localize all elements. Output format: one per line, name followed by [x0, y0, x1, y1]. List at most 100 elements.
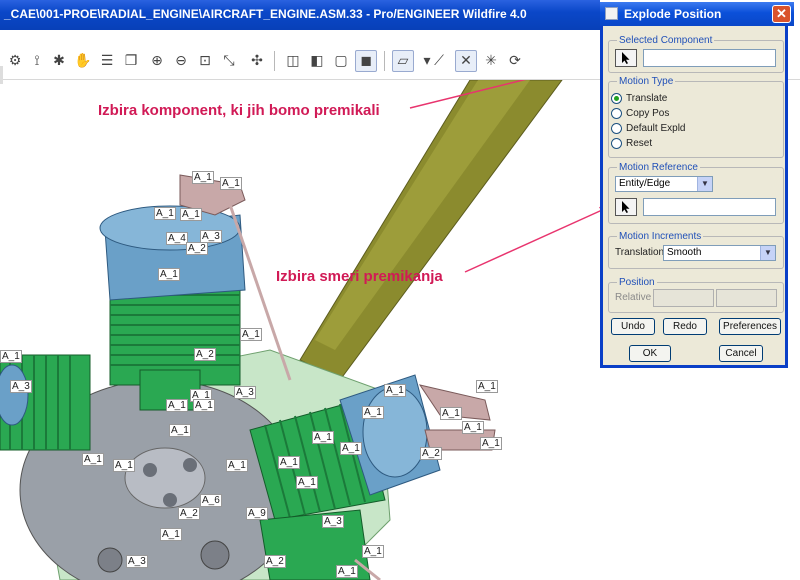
position-legend: Position	[619, 277, 655, 288]
datum-label[interactable]: A_3	[234, 386, 256, 399]
datum-label[interactable]: A_1	[166, 399, 188, 412]
datum-label[interactable]: A_1	[160, 528, 182, 541]
datum-axes-icon[interactable]: ⟋	[428, 50, 450, 72]
no-hidden-icon[interactable]: ▢	[330, 50, 352, 72]
datum-label[interactable]: A_1	[278, 456, 300, 469]
spin-center-icon[interactable]: ✣	[246, 50, 268, 72]
zoom-in-icon[interactable]: ⊕	[146, 50, 168, 72]
motion-reference-select[interactable]: Entity/Edge ▼	[615, 176, 713, 192]
annotation-select-component: Izbira komponent, ki jih bomo premikali	[98, 102, 380, 119]
datum-label[interactable]: A_1	[312, 431, 334, 444]
preferences-button[interactable]: Preferences	[719, 318, 781, 335]
datum-label[interactable]: A_6	[200, 494, 222, 507]
pan-icon[interactable]: ✋	[72, 50, 94, 72]
spin-icon[interactable]: ⟳	[504, 50, 526, 72]
datum-label[interactable]: A_1	[192, 171, 214, 184]
radio-label: Default Expld	[626, 123, 686, 134]
datum-label[interactable]: A_1	[336, 565, 358, 578]
datum-label[interactable]: A_1	[462, 421, 484, 434]
close-button[interactable]: ✕	[772, 5, 791, 23]
datum-label[interactable]: A_2	[194, 348, 216, 361]
datum-label[interactable]: A_1	[440, 407, 462, 420]
wireframe-icon[interactable]: ◫	[282, 50, 304, 72]
radio-button[interactable]	[611, 108, 622, 119]
arrow-pointer-icon	[622, 52, 630, 64]
datum-label[interactable]: A_2	[178, 507, 200, 520]
datum-label[interactable]: A_1	[193, 399, 215, 412]
datum-label[interactable]: A_3	[322, 515, 344, 528]
chevron-down-icon: ▼	[760, 246, 775, 260]
select-component-button[interactable]	[615, 49, 637, 67]
datum-label[interactable]: A_4	[166, 232, 188, 245]
radio-copy-pos[interactable]: Copy Pos	[611, 108, 669, 119]
datum-label[interactable]: A_1	[226, 459, 248, 472]
datum-label[interactable]: A_1	[476, 380, 498, 393]
datum-label[interactable]: A_1	[362, 545, 384, 558]
datum-label[interactable]: A_1	[296, 476, 318, 489]
chevron-down-icon: ▼	[697, 177, 712, 191]
motion-reference-field[interactable]	[643, 198, 776, 216]
toolbar-separator	[274, 51, 275, 71]
cancel-button[interactable]: Cancel	[719, 345, 763, 362]
datum-label[interactable]: A_1	[480, 437, 502, 450]
datum-planes-icon[interactable]: ▱	[392, 50, 414, 72]
datum-label[interactable]: A_1	[340, 442, 362, 455]
datum-label[interactable]: A_1	[384, 384, 406, 397]
radio-button[interactable]	[611, 93, 622, 104]
dialog-title: Explode Position	[624, 7, 722, 21]
settings-icon[interactable]: ✱	[48, 50, 70, 72]
relative-field-2	[716, 289, 777, 307]
layers-icon[interactable]: ☰	[96, 50, 118, 72]
datum-label[interactable]: A_2	[420, 447, 442, 460]
toolbar-separator	[384, 51, 385, 71]
datum-label[interactable]: A_1	[240, 328, 262, 341]
coord-systems-icon[interactable]: ✳	[480, 50, 502, 72]
translation-label: Translation	[615, 247, 665, 258]
radio-label: Copy Pos	[626, 108, 670, 119]
hidden-line-icon[interactable]: ◧	[306, 50, 328, 72]
explode-position-dialog: Explode Position ✕ Selected Component Mo…	[600, 2, 794, 368]
motion-type-legend: Motion Type	[619, 76, 674, 87]
radio-button[interactable]	[611, 123, 622, 134]
datum-label[interactable]: A_3	[10, 380, 32, 393]
datum-label[interactable]: A_1	[158, 268, 180, 281]
ok-button[interactable]: OK	[629, 345, 671, 362]
datum-label[interactable]: A_2	[186, 242, 208, 255]
datum-label[interactable]: A_1	[0, 350, 22, 363]
radio-label: Reset	[626, 138, 653, 149]
relative-field-1	[653, 289, 714, 307]
selected-component-field[interactable]	[643, 49, 776, 67]
datum-label[interactable]: A_1	[362, 406, 384, 419]
zoom-out-icon[interactable]: ⊖	[170, 50, 192, 72]
undo-button[interactable]: Undo	[611, 318, 655, 335]
radio-button[interactable]	[611, 138, 622, 149]
reorient-icon[interactable]: ⤡	[218, 50, 240, 72]
translation-select[interactable]: Smooth ▼	[663, 245, 776, 261]
datum-points-icon[interactable]: ✕	[455, 50, 477, 72]
radio-label: Translate	[626, 93, 668, 104]
shading-icon[interactable]: ◼	[355, 50, 377, 72]
datum-label[interactable]: A_1	[220, 177, 242, 190]
datum-label[interactable]: A_1	[180, 208, 202, 221]
datum-label[interactable]: A_1	[113, 459, 135, 472]
datum-label[interactable]: A_1	[154, 207, 176, 220]
model-tree-icon[interactable]: ⚙	[4, 50, 26, 72]
datum-label[interactable]: A_3	[126, 555, 148, 568]
copy-icon[interactable]: ❐	[120, 50, 142, 72]
datum-label[interactable]: A_2	[264, 555, 286, 568]
connect-icon[interactable]: ⟟	[26, 50, 48, 72]
translation-selected: Smooth	[667, 247, 702, 258]
redo-button[interactable]: Redo	[663, 318, 707, 335]
radio-translate[interactable]: Translate	[611, 93, 667, 104]
refit-icon[interactable]: ⊡	[194, 50, 216, 72]
radio-default-expld[interactable]: Default Expld	[611, 123, 685, 134]
dialog-title-bar[interactable]: Explode Position ✕	[600, 2, 794, 26]
select-reference-button[interactable]	[615, 198, 637, 216]
datum-label[interactable]: A_1	[82, 453, 104, 466]
datum-label[interactable]: A_1	[169, 424, 191, 437]
annotation-motion-direction: Izbira smeri premikanja	[276, 268, 443, 285]
radio-reset[interactable]: Reset	[611, 138, 652, 149]
datum-label[interactable]: A_9	[246, 507, 268, 520]
window-icon	[605, 7, 618, 20]
motion-increments-legend: Motion Increments	[619, 231, 702, 242]
